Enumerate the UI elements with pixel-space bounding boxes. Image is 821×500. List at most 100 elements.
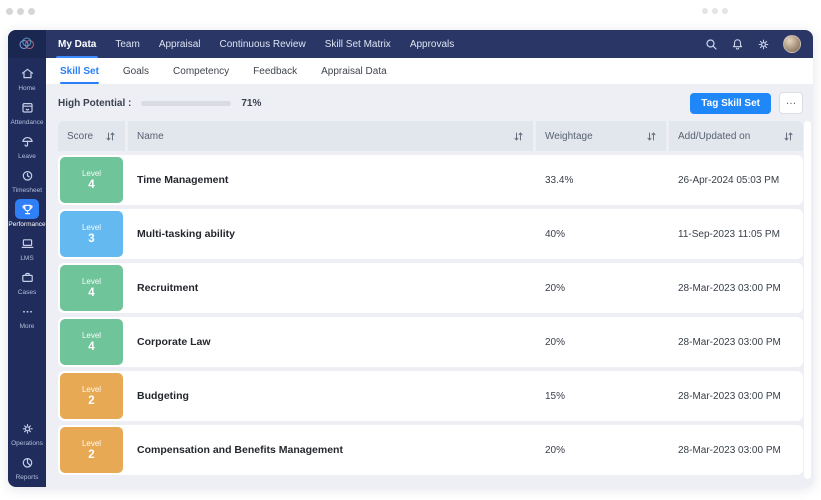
sidebar-item-more[interactable]: More (8, 301, 46, 330)
sidebar-item-label: Operations (11, 440, 43, 447)
window-control-dot[interactable] (6, 8, 13, 15)
table-header: Score Name Weightage Add/Updated on (58, 121, 803, 151)
level-label: Level (82, 277, 101, 286)
search-icon[interactable] (705, 38, 718, 51)
window-control-dot[interactable] (702, 8, 708, 14)
skill-updated: 11-Sep-2023 11:05 PM (669, 229, 803, 240)
score-badge: Level 2 (60, 373, 123, 419)
skill-name: Budgeting (128, 390, 533, 402)
app-logo-icon (18, 37, 36, 51)
sidebar-item-home[interactable]: Home (8, 63, 46, 92)
table-row[interactable]: Level 2 Budgeting 15% 28-Mar-2023 03:00 … (58, 371, 803, 421)
sidebar-item-operations[interactable]: Operations (8, 418, 46, 447)
level-value: 2 (88, 395, 94, 407)
skill-name: Time Management (128, 174, 533, 186)
table-row[interactable]: Level 2 Compensation and Benefits Manage… (58, 425, 803, 475)
gear-icon[interactable] (757, 38, 770, 51)
tab-skill-set[interactable]: Skill Set (60, 58, 99, 84)
sidebar-item-lms[interactable]: LMS (8, 233, 46, 262)
sidebar-item-reports[interactable]: Reports (8, 452, 46, 481)
clock-icon (15, 165, 39, 185)
scrollbar-track[interactable] (804, 121, 811, 479)
column-header-weightage[interactable]: Weightage (536, 121, 666, 151)
trophy-icon (15, 199, 39, 219)
table-row[interactable]: Level 3 Multi-tasking ability 40% 11-Sep… (58, 209, 803, 259)
level-label: Level (82, 439, 101, 448)
sidebar-item-performance[interactable]: Performance (8, 199, 46, 228)
tag-skill-set-button[interactable]: Tag Skill Set (690, 93, 771, 114)
window-control-dot[interactable] (712, 8, 718, 14)
skill-weightage: 20% (536, 445, 666, 456)
skill-name: Multi-tasking ability (128, 228, 533, 240)
nav-item-approvals[interactable]: Approvals (410, 30, 454, 58)
sidebar-item-label: Leave (18, 153, 36, 160)
skill-name: Compensation and Benefits Management (128, 444, 533, 456)
briefcase-icon (15, 267, 39, 287)
column-header-score[interactable]: Score (58, 121, 125, 151)
high-potential-percent: 71% (241, 98, 261, 109)
bell-icon[interactable] (731, 38, 744, 51)
window-controls-right (702, 8, 728, 14)
pie-chart-icon (15, 452, 39, 472)
column-label: Score (67, 131, 93, 142)
sidebar-item-cases[interactable]: Cases (8, 267, 46, 296)
skill-updated: 28-Mar-2023 03:00 PM (669, 283, 803, 294)
high-potential-progress-bar (141, 101, 231, 106)
skill-weightage: 33.4% (536, 175, 666, 186)
nav-item-my-data[interactable]: My Data (58, 30, 96, 58)
table-row[interactable]: Level 4 Recruitment 20% 28-Mar-2023 03:0… (58, 263, 803, 313)
tab-feedback[interactable]: Feedback (253, 58, 297, 84)
table-row[interactable]: Level 4 Time Management 33.4% 26-Apr-202… (58, 155, 803, 205)
level-value: 2 (88, 449, 94, 461)
score-badge: Level 3 (60, 211, 123, 257)
window-control-dot[interactable] (722, 8, 728, 14)
sidebar-item-label: Timesheet (12, 187, 42, 194)
sort-icon (646, 131, 657, 142)
window-control-dot[interactable] (28, 8, 35, 15)
sort-icon (783, 131, 794, 142)
gear-icon (15, 418, 39, 438)
level-label: Level (82, 169, 101, 178)
skill-weightage: 15% (536, 391, 666, 402)
level-label: Level (82, 385, 101, 394)
column-header-name[interactable]: Name (128, 121, 533, 151)
score-badge: Level 2 (60, 427, 123, 473)
window-controls-left (6, 8, 35, 15)
skill-updated: 28-Mar-2023 03:00 PM (669, 337, 803, 348)
window-control-dot[interactable] (17, 8, 24, 15)
skill-name: Corporate Law (128, 336, 533, 348)
app-logo[interactable] (8, 30, 46, 58)
level-label: Level (82, 331, 101, 340)
sidebar-item-timesheet[interactable]: Timesheet (8, 165, 46, 194)
skill-weightage: 20% (536, 337, 666, 348)
more-options-button[interactable]: … (779, 92, 803, 114)
sidebar-item-label: Reports (16, 474, 39, 481)
sidebar-item-leave[interactable]: Leave (8, 131, 46, 160)
umbrella-icon (15, 131, 39, 151)
top-navbar: My Data Team Appraisal Continuous Review… (46, 30, 813, 58)
level-value: 4 (88, 287, 94, 299)
tab-goals[interactable]: Goals (123, 58, 149, 84)
level-value: 3 (88, 233, 94, 245)
user-avatar[interactable] (783, 35, 801, 53)
column-label: Weightage (545, 131, 593, 142)
skill-name: Recruitment (128, 282, 533, 294)
content-area: High Potential : 71% Tag Skill Set … Sco… (46, 85, 813, 487)
sidebar-item-attendance[interactable]: Attendance (8, 97, 46, 126)
table-row[interactable]: Level 4 Corporate Law 20% 28-Mar-2023 03… (58, 317, 803, 367)
column-header-updated[interactable]: Add/Updated on (669, 121, 803, 151)
nav-item-team[interactable]: Team (115, 30, 139, 58)
nav-item-continuous-review[interactable]: Continuous Review (220, 30, 306, 58)
nav-item-appraisal[interactable]: Appraisal (159, 30, 201, 58)
sort-icon (513, 131, 524, 142)
nav-item-skill-set-matrix[interactable]: Skill Set Matrix (325, 30, 391, 58)
high-potential-label: High Potential : (58, 98, 131, 109)
skill-weightage: 20% (536, 283, 666, 294)
sidebar-item-label: Cases (18, 289, 36, 296)
sidebar-item-label: Performance (8, 221, 45, 228)
score-badge: Level 4 (60, 265, 123, 311)
skill-updated: 28-Mar-2023 03:00 PM (669, 391, 803, 402)
score-badge: Level 4 (60, 157, 123, 203)
tab-appraisal-data[interactable]: Appraisal Data (321, 58, 387, 84)
tab-competency[interactable]: Competency (173, 58, 229, 84)
